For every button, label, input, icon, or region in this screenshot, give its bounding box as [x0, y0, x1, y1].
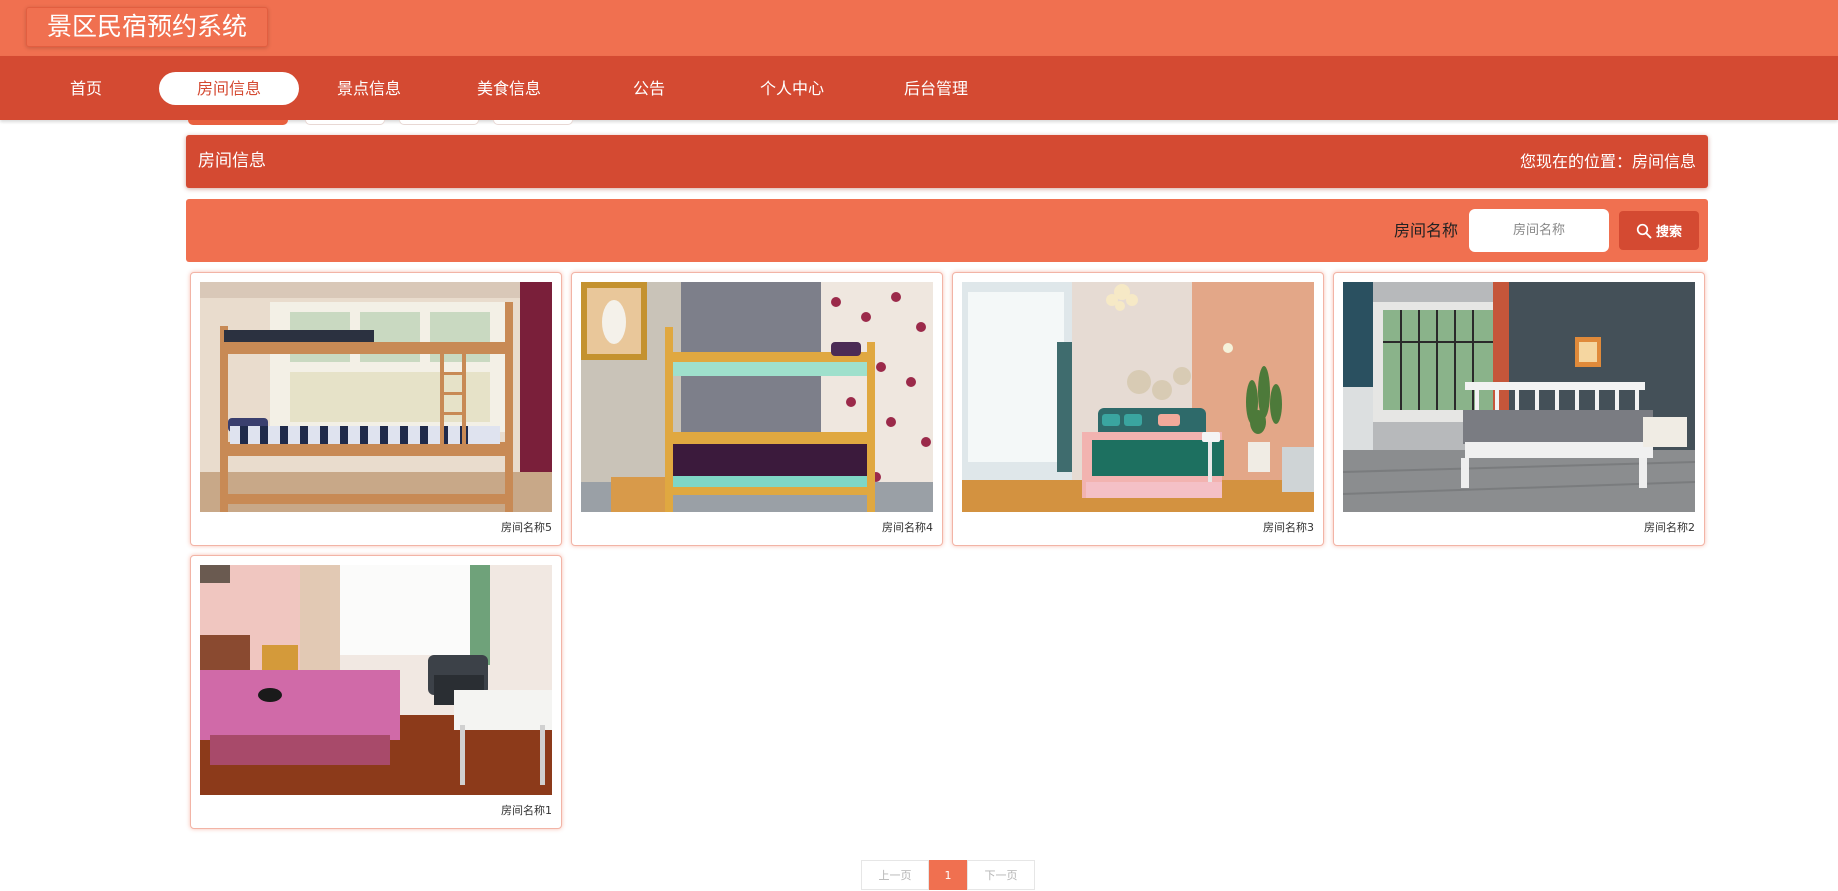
search-icon [1636, 223, 1652, 239]
nav-item-notices[interactable]: 公告 [603, 72, 695, 105]
search-label: 房间名称 [1393, 221, 1458, 240]
room-photo [1343, 282, 1695, 512]
search-bar: 房间名称 搜索 [186, 199, 1708, 262]
room-name: 房间名称5 [501, 521, 552, 534]
breadcrumb: 房间信息 您现在的位置：房间信息 [186, 135, 1708, 188]
room-photo [962, 282, 1314, 512]
room-name: 房间名称3 [1263, 521, 1314, 534]
sub-tab[interactable] [399, 120, 479, 125]
sub-tab[interactable] [305, 120, 385, 125]
nav-item-food[interactable]: 美食信息 [463, 72, 555, 105]
room-card[interactable]: 房间名称2 [1333, 272, 1705, 546]
room-photo [581, 282, 933, 512]
page-title: 房间信息 [198, 151, 266, 171]
search-button-label: 搜索 [1655, 225, 1682, 240]
sub-tab-strip [0, 120, 1838, 125]
room-photo [200, 282, 552, 512]
search-button[interactable]: 搜索 [1619, 211, 1699, 250]
top-header: 景区民宿预约系统 [0, 0, 1838, 56]
nav-item-profile[interactable]: 个人中心 [746, 72, 838, 105]
next-page-button[interactable]: 下一页 [967, 860, 1035, 890]
room-name: 房间名称4 [882, 521, 933, 534]
room-photo [200, 565, 552, 795]
sub-tab-active[interactable] [188, 120, 288, 125]
nav-item-home[interactable]: 首页 [40, 72, 132, 105]
prev-page-button[interactable]: 上一页 [861, 860, 929, 890]
app-title: 景区民宿预约系统 [26, 7, 269, 47]
pagination: 上一页 1 下一页 [861, 860, 1035, 890]
page-number-current[interactable]: 1 [929, 860, 967, 890]
room-name: 房间名称2 [1644, 521, 1695, 534]
room-card[interactable]: 房间名称1 [190, 555, 562, 829]
main-nav: 首页 房间信息 景点信息 美食信息 公告 个人中心 后台管理 [0, 56, 1838, 120]
nav-item-attractions[interactable]: 景点信息 [323, 72, 415, 105]
nav-item-rooms[interactable]: 房间信息 [159, 72, 299, 105]
room-card[interactable]: 房间名称4 [571, 272, 943, 546]
nav-item-admin[interactable]: 后台管理 [890, 72, 982, 105]
search-input[interactable] [1469, 209, 1609, 252]
room-name: 房间名称1 [501, 804, 552, 817]
room-card[interactable]: 房间名称5 [190, 272, 562, 546]
sub-tab[interactable] [493, 120, 573, 125]
room-card[interactable]: 房间名称3 [952, 272, 1324, 546]
current-location: 您现在的位置：房间信息 [1519, 152, 1696, 171]
